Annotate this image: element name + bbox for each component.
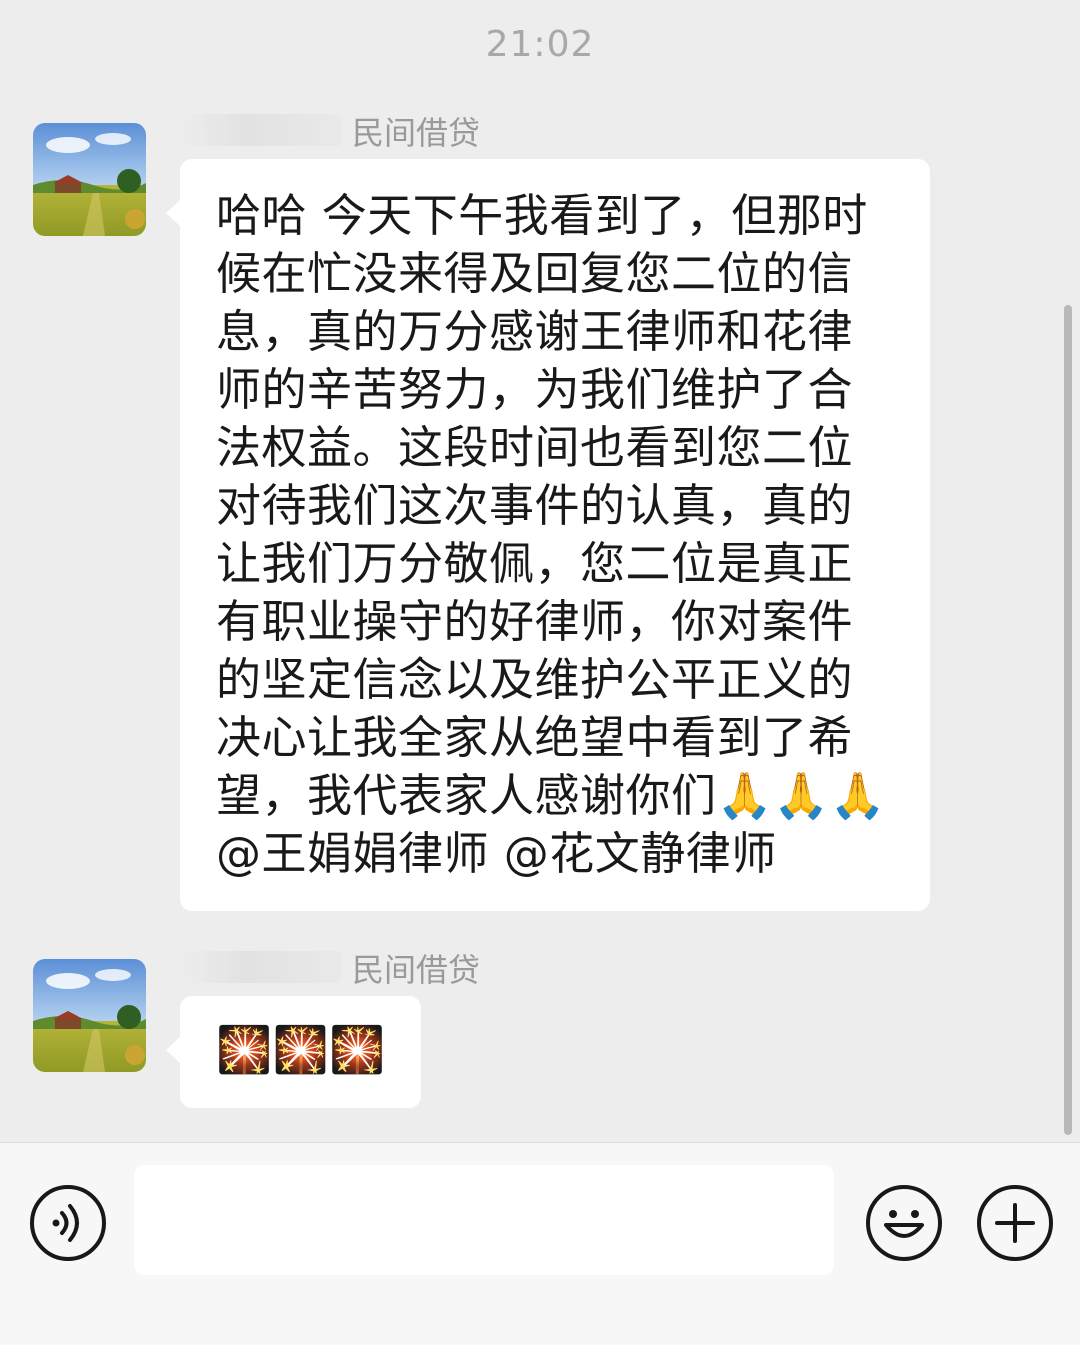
message-bubble[interactable]: 🎇🎇🎇: [166, 996, 421, 1108]
avatar[interactable]: [33, 123, 146, 236]
plus-icon: [995, 1203, 1035, 1243]
landscape-avatar-image: [33, 123, 146, 236]
input-bar: [0, 1142, 1080, 1345]
message-input[interactable]: [134, 1165, 834, 1275]
emoji-button[interactable]: [866, 1185, 942, 1261]
message-bubble[interactable]: 哈哈 今天下午我看到了，但那时候在忙没来得及回复您二位的信息，真的万分感谢王律师…: [166, 159, 930, 911]
sender-row: 民间借贷: [182, 108, 502, 152]
message-text: 哈哈 今天下午我看到了，但那时候在忙没来得及回复您二位的信息，真的万分感谢王律师…: [216, 189, 887, 880]
sender-name: 民间借贷: [352, 114, 481, 152]
redacted-sender-name: [182, 114, 342, 146]
message-text: 🎇🎇🎇: [216, 1023, 386, 1076]
redacted-sender-name: [182, 951, 342, 983]
scrollbar[interactable]: [1064, 305, 1072, 1135]
avatar[interactable]: [33, 959, 146, 1072]
landscape-avatar-image: [33, 959, 146, 1072]
voice-icon: [52, 1204, 79, 1242]
chat-area: 21:02 民间借贷 哈哈 今天下午我看到了，但那时候在忙没来得及回复您二位的信…: [0, 0, 1080, 1142]
emoji-icon: [884, 1210, 924, 1238]
sender-name: 民间借贷: [352, 951, 481, 989]
sender-row: 民间借贷: [182, 945, 502, 989]
voice-button[interactable]: [30, 1185, 106, 1261]
message-timestamp: 21:02: [485, 24, 595, 65]
more-button[interactable]: [977, 1185, 1053, 1261]
